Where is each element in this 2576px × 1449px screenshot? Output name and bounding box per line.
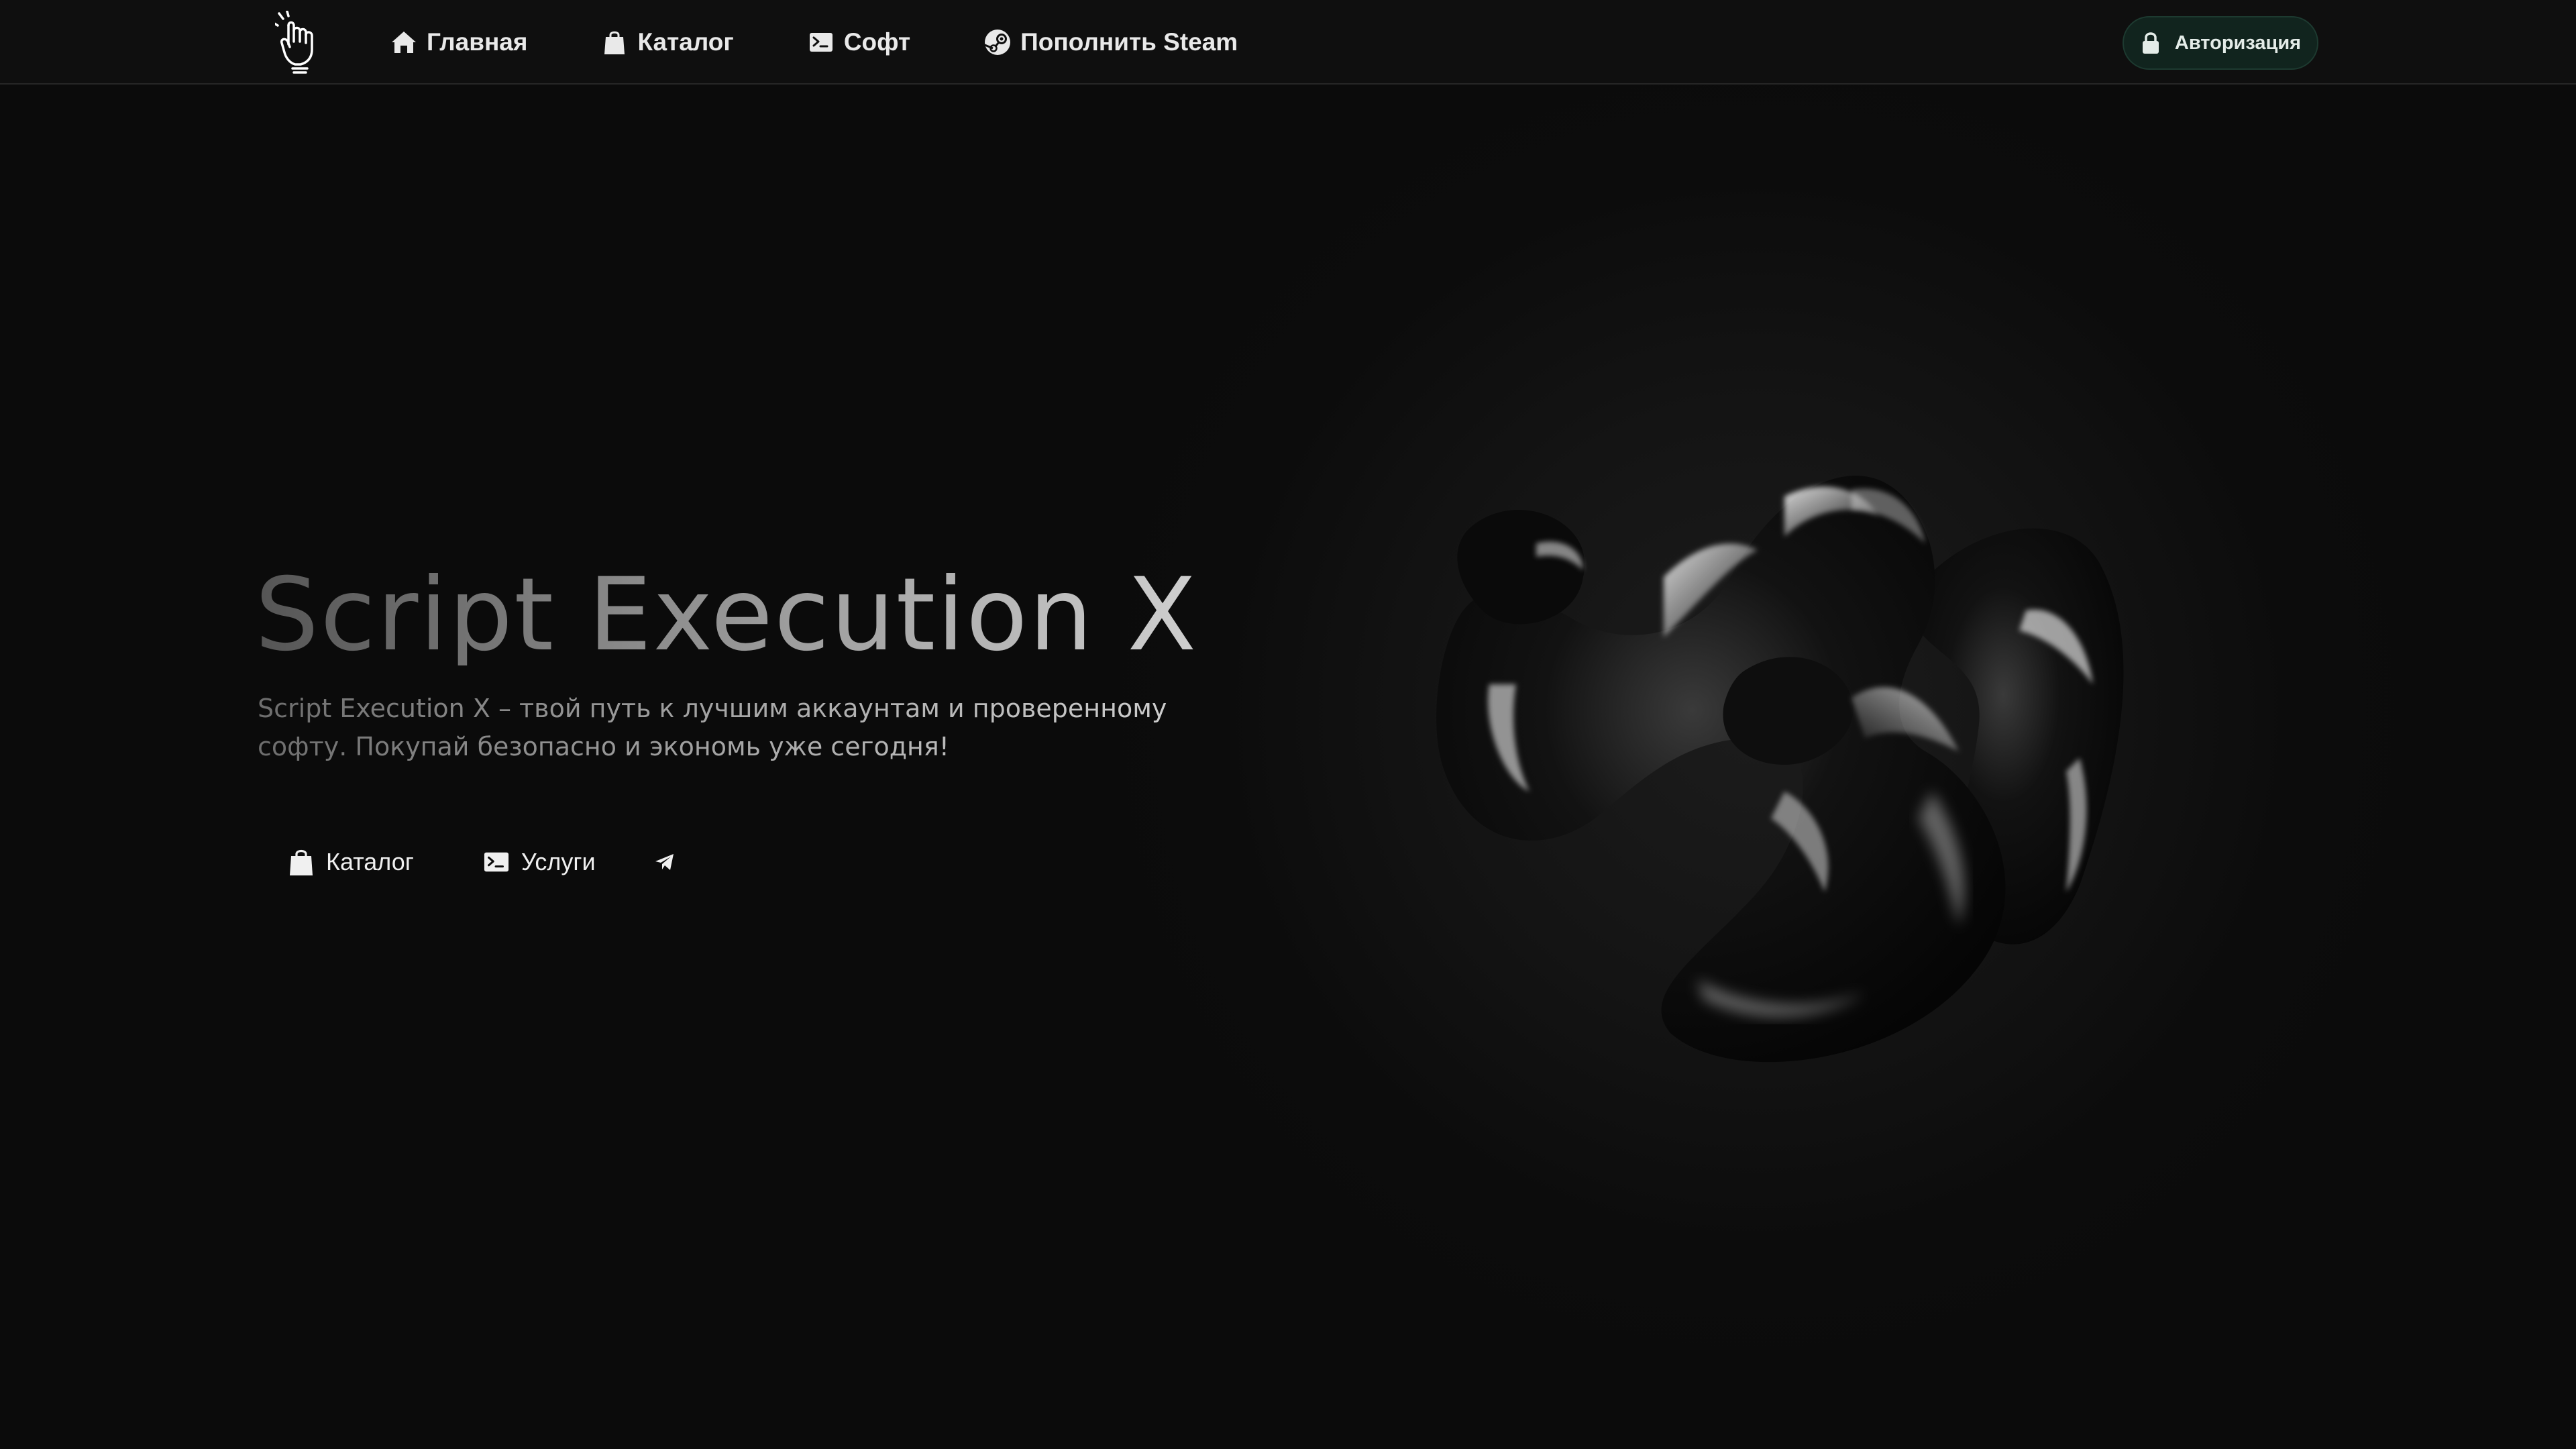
telegram-icon — [652, 848, 678, 876]
black-glossy-3d-blob — [1382, 322, 2220, 1093]
nav-item-home[interactable]: Главная — [390, 28, 527, 56]
hero-subtitle: Script Execution X – твой путь к лучшим … — [258, 690, 1250, 766]
catalog-label: Каталог — [326, 848, 414, 875]
nav-label: Каталог — [637, 28, 734, 56]
terminal-icon — [808, 29, 835, 56]
hero-subtitle-line: Script Execution X – твой путь к лучшим … — [258, 694, 1167, 723]
steam-icon — [984, 29, 1011, 56]
main-nav: Главная Каталог Софт Пополнить Steam — [390, 0, 1238, 85]
login-label: Авторизация — [2174, 32, 2302, 54]
nav-label: Главная — [427, 28, 528, 56]
hand-logo-icon[interactable] — [273, 10, 323, 74]
catalog-button[interactable]: Каталог — [288, 848, 414, 876]
shopping-bag-icon — [601, 29, 628, 56]
top-navbar: Главная Каталог Софт Пополнить Steam Авт… — [0, 0, 2576, 85]
home-icon — [390, 29, 417, 56]
shopping-bag-icon — [288, 848, 314, 876]
terminal-icon — [484, 848, 509, 876]
nav-label: Софт — [843, 28, 911, 56]
login-button[interactable]: Авторизация — [2123, 16, 2318, 70]
hero-subtitle-line: софту. Покупай безопасно и экономь уже с… — [258, 732, 949, 761]
lock-icon — [2140, 32, 2161, 54]
services-button[interactable]: Услуги — [484, 848, 596, 876]
hero-title: Script Execution X — [255, 557, 1198, 674]
services-label: Услуги — [521, 848, 596, 875]
nav-item-steam-topup[interactable]: Пополнить Steam — [984, 28, 1238, 56]
nav-label: Пополнить Steam — [1020, 28, 1238, 56]
nav-item-catalog[interactable]: Каталог — [601, 28, 734, 56]
hero-actions: Каталог Услуги — [288, 842, 678, 882]
page: Главная Каталог Софт Пополнить Steam Авт… — [0, 0, 2576, 1449]
nav-item-soft[interactable]: Софт — [808, 28, 910, 56]
telegram-button[interactable] — [652, 848, 678, 876]
